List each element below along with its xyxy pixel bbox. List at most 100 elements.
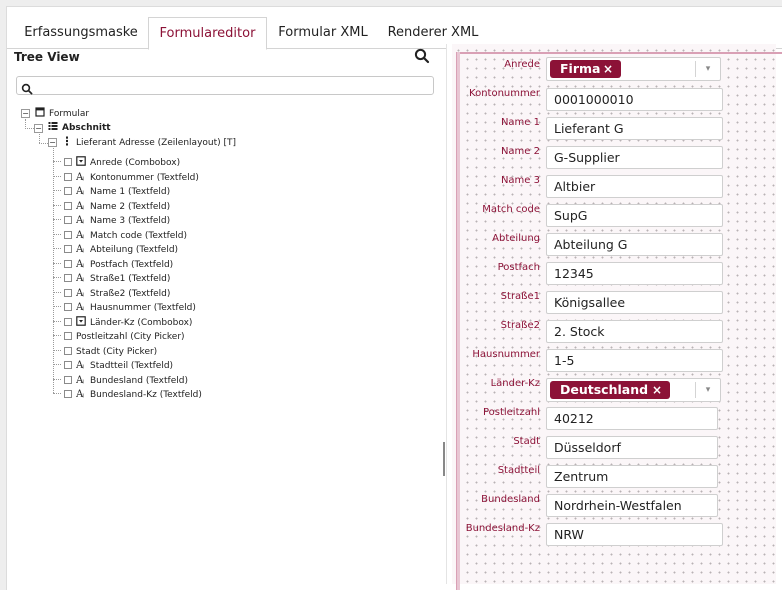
tree-checkbox[interactable] (64, 390, 72, 398)
tree-checkbox[interactable] (64, 187, 72, 195)
tree-node-label: Stadtteil (Textfeld) (90, 361, 174, 371)
field-label: Postfach (497, 262, 540, 273)
combobox-icon (76, 315, 86, 326)
tree-node-item[interactable]: A I Name 1 (Textfeld) (75, 185, 170, 199)
svg-text:I: I (82, 307, 83, 311)
search-icon (21, 80, 33, 95)
tree-node-item[interactable]: A I Name 3 (Textfeld) (75, 214, 170, 228)
tree-node-item[interactable]: A I Stadtteil (Textfeld) (75, 359, 174, 373)
tree-node-item[interactable]: A I Abteilung (Textfeld) (75, 243, 178, 257)
tree-node-item[interactable]: A I Postfach (Textfeld) (75, 258, 173, 272)
tree-checkbox[interactable] (64, 375, 72, 384)
text-field[interactable]: Düsseldorf (546, 436, 718, 459)
tree-node-item[interactable]: A I Bundesland (Textfeld) (75, 374, 188, 388)
tree-checkbox[interactable] (64, 332, 72, 340)
tree-node-item[interactable]: Postleitzahl (City Picker) (76, 330, 185, 344)
selected-value-chip: Deutschland × (550, 381, 670, 399)
tree-checkbox[interactable] (64, 303, 72, 311)
text-field-icon: AI (75, 388, 86, 400)
tree-checkbox[interactable] (64, 317, 72, 326)
text-field[interactable]: 0001000010 (546, 88, 723, 111)
tree-node-group[interactable]: Lieferant Adresse (Zeilenlayout) [T] (62, 136, 236, 150)
chevron-down-icon[interactable]: ▾ (701, 381, 715, 399)
field-label: Straße2 (500, 320, 540, 331)
tree-view: − Formular − Abschnitt − Lieferant Adresse (Z… (8, 100, 440, 400)
combo-separator (695, 382, 696, 398)
canvas-selection-border (456, 52, 782, 54)
tree-checkbox[interactable] (64, 201, 72, 210)
tree-checkbox[interactable] (64, 274, 72, 282)
expand-toggle-abschnitt[interactable]: − (34, 124, 43, 133)
text-field[interactable]: Königsallee (546, 291, 723, 314)
svg-text:I: I (82, 394, 83, 398)
tree-node-label: Name 2 (Textfeld) (90, 201, 171, 212)
tree-checkbox[interactable] (64, 259, 72, 268)
text-field[interactable]: SupG (546, 204, 723, 227)
search-icon[interactable] (414, 48, 430, 64)
tree-node-item[interactable]: Stadt (City Picker) (76, 345, 157, 359)
svg-text:I: I (82, 249, 83, 253)
tree-node-abschnitt[interactable]: Abschnitt (48, 121, 111, 135)
tree-checkbox[interactable] (64, 245, 72, 253)
text-field[interactable]: 1-5 (546, 349, 723, 372)
tree-checkbox[interactable] (64, 216, 72, 224)
tree-node-label: Bundesland-Kz (Textfeld) (90, 390, 202, 400)
text-field[interactable]: 2. Stock (546, 320, 723, 343)
text-field[interactable]: 40212 (546, 407, 718, 430)
text-field[interactable]: Lieferant G (546, 117, 723, 140)
tree-connector (53, 335, 61, 336)
tree-node-item[interactable]: A I Straße1 (Textfeld) (75, 272, 171, 286)
tree-node-item[interactable]: A I Bundesland-Kz (Textfeld) (75, 388, 202, 402)
tree-connector (53, 306, 61, 307)
svg-text:I: I (82, 278, 83, 282)
text-field[interactable]: Abteilung G (546, 233, 723, 256)
tree-checkbox[interactable] (64, 288, 72, 297)
field-label: Anrede (504, 59, 540, 70)
text-field[interactable]: Altbier (546, 175, 723, 198)
tree-checkbox[interactable] (64, 361, 72, 369)
tree-connector (53, 291, 61, 293)
svg-text:I: I (82, 365, 83, 369)
tree-checkbox[interactable] (64, 172, 72, 181)
combobox[interactable]: Firma × ▾ (546, 57, 721, 81)
svg-text:I: I (82, 220, 83, 224)
tree-node-item[interactable]: A I Match code (Textfeld) (75, 229, 187, 243)
svg-text:I: I (82, 191, 83, 195)
text-field-icon: AI (75, 287, 86, 299)
text-field[interactable]: NRW (546, 523, 723, 546)
text-field[interactable]: Zentrum (546, 465, 718, 488)
tree-node-item[interactable]: A I Straße2 (Textfeld) (75, 287, 170, 301)
field-label: Bundesland-Kz (465, 523, 540, 534)
tree-node-label: Straße1 (Textfeld) (90, 274, 171, 284)
field-label: Match code (482, 204, 540, 215)
field-label: Stadtteil (497, 465, 540, 476)
tree-checkbox[interactable] (64, 158, 72, 166)
expand-toggle-group[interactable]: − (48, 138, 57, 147)
combobox-icon (76, 156, 86, 166)
tree-node-item[interactable]: Anrede (Combobox) (76, 156, 180, 170)
tree-node-formular[interactable]: Formular (35, 107, 89, 121)
tab-bar: Erfassungsmaske Formulareditor Formular … (7, 7, 782, 50)
combobox[interactable]: Deutschland × ▾ (546, 378, 721, 402)
tree-node-item[interactable]: A I Kontonummer (Textfeld) (75, 171, 199, 185)
tree-node-item[interactable]: A I Name 2 (Textfeld) (75, 200, 171, 214)
svg-text:I: I (82, 379, 83, 383)
tree-search-input[interactable] (16, 76, 434, 95)
expand-toggle-formular[interactable]: − (21, 109, 30, 118)
tree-node-label: Lieferant Adresse (Zeilenlayout) [T] (76, 138, 237, 148)
text-field-icon: AI (75, 272, 86, 284)
remove-chip-icon[interactable]: × (603, 60, 613, 78)
text-field-icon: AI (75, 229, 86, 241)
tree-node-item[interactable]: A I Hausnummer (Textfeld) (75, 301, 196, 315)
tree-checkbox[interactable] (64, 346, 72, 355)
text-field[interactable]: G-Supplier (546, 146, 723, 169)
chevron-down-icon[interactable]: ▾ (701, 60, 715, 78)
text-field[interactable]: Nordrhein-Westfalen (546, 494, 718, 517)
text-field[interactable]: 12345 (546, 262, 723, 285)
remove-chip-icon[interactable]: × (652, 381, 662, 399)
tree-node-item[interactable]: Länder-Kz (Combobox) (76, 315, 192, 330)
tree-checkbox[interactable] (64, 230, 72, 239)
field-label: Postleitzahl (482, 407, 540, 418)
splitter-handle[interactable] (443, 442, 445, 476)
chip-label: Deutschland (560, 382, 649, 397)
